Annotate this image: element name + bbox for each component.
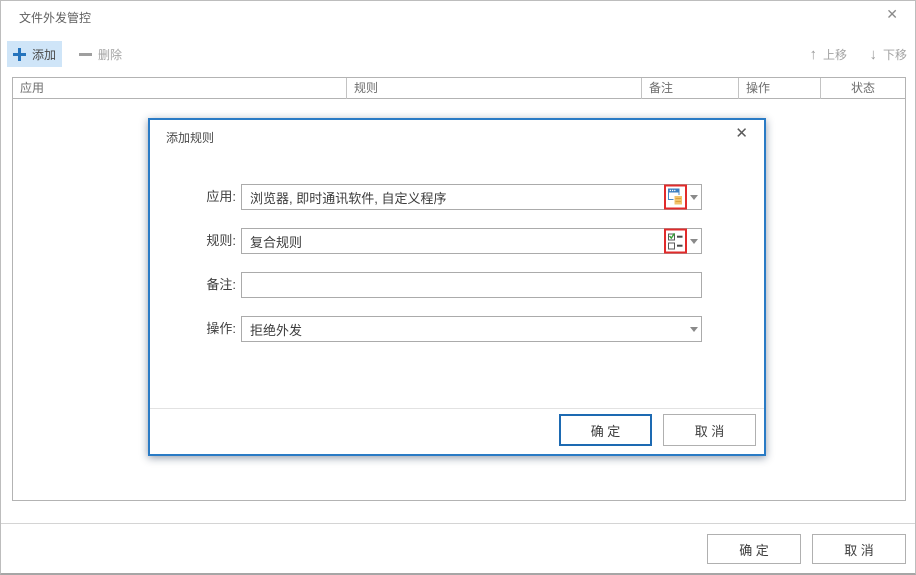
main-ok-button[interactable]: 确 定 [707, 534, 801, 564]
rule-field[interactable] [241, 228, 702, 254]
app-field[interactable] [241, 184, 702, 210]
action-field-row: 操作: [150, 316, 764, 342]
rule-field-label: 规则: [150, 228, 236, 254]
window-title: 文件外发管控 [19, 9, 91, 26]
add-rule-dialog: 添加规则 ✕ 应用: [148, 118, 766, 456]
plus-icon [13, 48, 26, 61]
window-close-icon[interactable]: ✕ [886, 7, 898, 21]
dropdown-arrow-icon[interactable] [690, 327, 698, 332]
app-field-row: 应用: [150, 184, 764, 210]
column-header-app[interactable]: 应用 [13, 78, 347, 99]
app-window-icon[interactable] [664, 185, 687, 210]
minus-icon [79, 53, 92, 56]
delete-button[interactable]: 删除 [73, 41, 128, 67]
add-button[interactable]: 添加 [7, 41, 62, 67]
move-up-label: 上移 [823, 46, 847, 63]
file-outgoing-control-window: 文件外发管控 ✕ 添加 删除 ↑ 上移 ↓ 下移 应用 规则 备注 操作 状态 [0, 0, 916, 575]
action-field[interactable] [241, 316, 702, 342]
rule-checklist-icon-glyph [668, 233, 683, 250]
dialog-divider [150, 408, 764, 409]
app-window-icon-glyph [668, 189, 683, 206]
main-cancel-button[interactable]: 取 消 [812, 534, 906, 564]
dropdown-arrow-icon[interactable] [690, 239, 698, 244]
delete-button-label: 删除 [98, 46, 122, 63]
rule-field-row: 规则: [150, 228, 764, 254]
toolbar: 添加 删除 ↑ 上移 ↓ 下移 [1, 39, 915, 69]
note-field[interactable] [241, 272, 702, 298]
rule-checklist-icon[interactable] [664, 229, 687, 254]
add-button-label: 添加 [32, 46, 56, 63]
column-header-action[interactable]: 操作 [739, 78, 821, 99]
action-field-label: 操作: [150, 316, 236, 342]
move-up-button[interactable]: ↑ 上移 [803, 41, 853, 67]
column-header-rule[interactable]: 规则 [347, 78, 642, 99]
column-header-note[interactable]: 备注 [642, 78, 739, 99]
dialog-cancel-button[interactable]: 取 消 [663, 414, 756, 446]
rules-table-header: 应用 规则 备注 操作 状态 [13, 78, 905, 99]
move-down-label: 下移 [883, 46, 907, 63]
dropdown-arrow-icon[interactable] [690, 195, 698, 200]
column-header-status[interactable]: 状态 [821, 78, 905, 99]
note-field-label: 备注: [150, 272, 236, 298]
dialog-ok-button[interactable]: 确 定 [559, 414, 652, 446]
dialog-title: 添加规则 [166, 129, 214, 146]
dialog-close-icon[interactable]: ✕ [735, 126, 748, 141]
arrow-up-icon: ↑ [809, 47, 817, 62]
note-field-row: 备注: [150, 272, 764, 298]
app-field-label: 应用: [150, 184, 236, 210]
arrow-down-icon: ↓ [869, 47, 877, 62]
footer-divider [1, 523, 916, 524]
move-down-button[interactable]: ↓ 下移 [863, 41, 913, 67]
